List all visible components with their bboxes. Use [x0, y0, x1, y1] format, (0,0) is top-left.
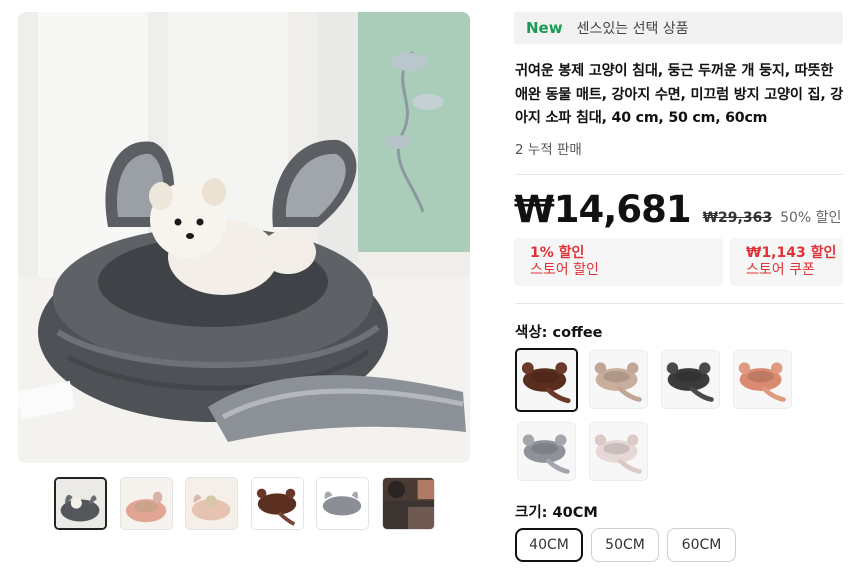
product-title: 귀여운 봉제 고양이 침대, 둥근 두꺼운 개 둥지, 따뜻한 애완 동물 매트…: [515, 63, 844, 126]
price-row: ₩14,681 ₩29,363 50% 할인: [514, 188, 841, 231]
divider: [515, 303, 843, 304]
thumbnail-pink-bed-dog[interactable]: [185, 477, 238, 530]
color-swatch-coffee[interactable]: [515, 348, 578, 412]
divider: [515, 174, 843, 175]
promo-banner: New 센스있는 선택 상품: [514, 12, 843, 44]
main-product-image[interactable]: [18, 12, 470, 463]
color-swatch-gray[interactable]: [517, 422, 576, 481]
promo-text: 센스있는 선택 상품: [576, 21, 689, 37]
current-price: ₩14,681: [514, 188, 692, 231]
size-option-60cm[interactable]: 60CM: [667, 528, 736, 562]
coupon-label: 스토어 할인: [530, 262, 599, 278]
sold-count: 2 누적 판매: [515, 142, 582, 158]
color-swatch-pink[interactable]: [589, 422, 648, 481]
store-coupon[interactable]: ₩1,143 할인 스토어 쿠폰: [730, 238, 843, 286]
thumbnail-dark-gray-bed[interactable]: [54, 477, 107, 530]
thumbnail-coffee-bed[interactable]: [251, 477, 304, 530]
size-label: 크기: 40CM: [515, 505, 598, 521]
coupon-value: ₩1,143 할인: [746, 245, 837, 261]
color-swatch-orange[interactable]: [733, 350, 792, 409]
coupon-label: 스토어 쿠폰: [746, 262, 815, 278]
thumbnail-gray-bed[interactable]: [316, 477, 369, 530]
size-option-50cm[interactable]: 50CM: [591, 528, 659, 562]
thumbnail-bed-closeup[interactable]: [382, 477, 435, 530]
coupon-value: 1% 할인: [530, 245, 585, 261]
size-option-40cm[interactable]: 40CM: [515, 528, 583, 562]
color-label: 색상: coffee: [515, 325, 603, 341]
store-discount-coupon[interactable]: 1% 할인 스토어 할인: [514, 238, 723, 286]
discount-rate: 50% 할인: [780, 210, 842, 226]
color-swatch-black[interactable]: [661, 350, 720, 409]
new-badge: New: [526, 19, 563, 37]
thumbnail-pink-bed-cat[interactable]: [120, 477, 173, 530]
original-price: ₩29,363: [702, 210, 773, 226]
color-swatch-khaki[interactable]: [589, 350, 648, 409]
